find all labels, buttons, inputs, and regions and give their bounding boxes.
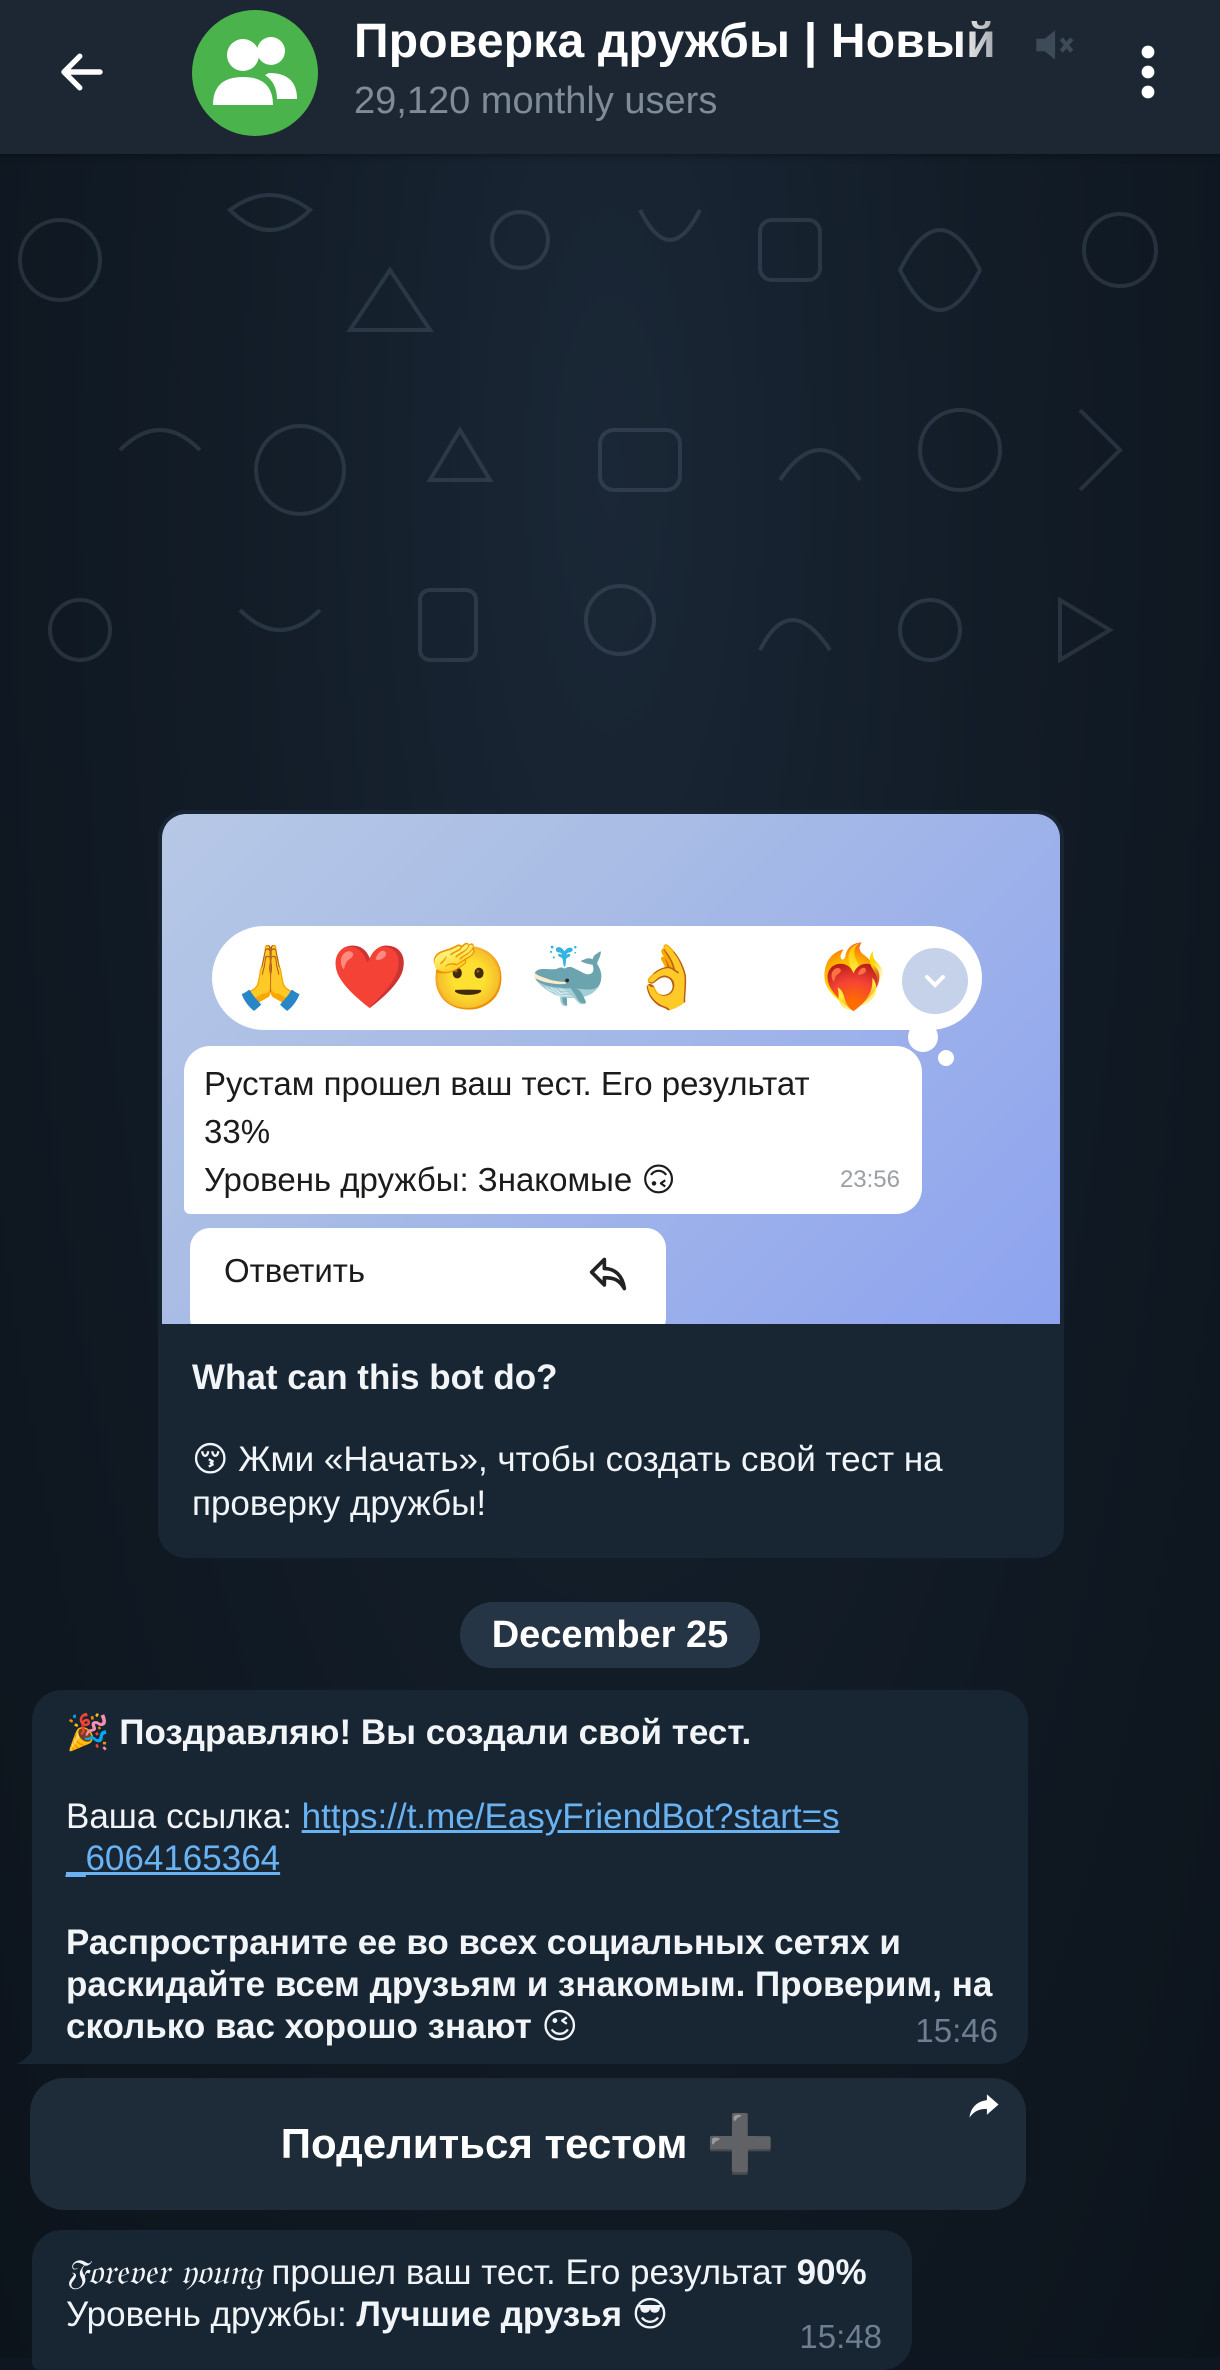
preview-reply-button: Ответить (190, 1228, 666, 1324)
reply-icon (589, 1257, 627, 1291)
reaction-emoji: 🙏 (232, 943, 310, 1012)
message-line: Ваша ссылка: https://t.me/EasyFriendBot?… (66, 1796, 994, 1838)
level-prefix: Уровень дружбы: (66, 2295, 357, 2334)
result-value: 90% (796, 2253, 867, 2292)
reaction-emoji: 😁 (728, 943, 793, 1012)
plus-icon: ➕ (705, 2112, 776, 2175)
chat-title[interactable]: Проверка дружбы | Новый (354, 14, 1054, 74)
mute-icon (1036, 30, 1074, 60)
reaction-emoji: 🐳 (529, 943, 607, 1012)
thought-dot (938, 1050, 954, 1066)
back-button[interactable] (44, 34, 120, 110)
preview-message: Рустам прошел ваш тест. Его результат 33… (184, 1046, 922, 1214)
reaction-emoji: ❤️‍🔥 (814, 943, 892, 1012)
link-prefix: Ваша ссылка: (66, 1797, 302, 1836)
more-vertical-icon (1141, 45, 1155, 99)
message-line: сколько вас хорошо знают 😉 (66, 2007, 579, 2046)
message-line: Уровень дружбы: Лучшие друзья 😎 (66, 2294, 878, 2336)
message-time: 15:48 (799, 2318, 882, 2355)
share-test-label: Поделиться тестом (280, 2120, 688, 2167)
test-link-continued[interactable]: _6064165364 (66, 1839, 280, 1878)
reaction-emoji: 🫡 (430, 943, 508, 1012)
intro-heading: What can this bot do? (192, 1358, 558, 1397)
preview-line: Уровень дружбы: Знакомые 🙃 (204, 1161, 676, 1198)
reaction-emoji: 👌 (628, 943, 707, 1012)
friend-name: 𝔉𝔬𝔯𝔢𝔳𝔢𝔯 𝔶𝔬𝔲𝔫𝔤 (66, 2253, 262, 2293)
chat-subtitle: 29,120 monthly users (354, 80, 718, 122)
message-line: раскидайте всем друзьям и знакомым. Пров… (66, 1965, 993, 2004)
date-separator: December 25 (460, 1602, 760, 1668)
more-menu-button[interactable] (1120, 34, 1176, 110)
share-test-button[interactable]: Поделиться тестом ➕ (30, 2078, 1026, 2210)
preview-time: 23:56 (839, 1166, 900, 1193)
reaction-emoji: ❤️ (331, 943, 409, 1012)
preview-line: 33% (204, 1113, 271, 1150)
chat-header: Проверка дружбы | Новый 29,120 monthly u… (0, 0, 1220, 154)
bot-message-result: 𝔉𝔬𝔯𝔢𝔳𝔢𝔯 𝔶𝔬𝔲𝔫𝔤 прошел ваш тест. Его резул… (32, 2230, 912, 2370)
bot-message-test-created: 🎉 Поздравляю! Вы создали свой тест. Ваша… (32, 1690, 1028, 2064)
bot-avatar[interactable] (192, 10, 318, 136)
arrow-left-icon (61, 53, 103, 91)
intro-preview-image: 🙏 ❤️ 🫡 🐳 👌 😁 ❤️‍🔥 Рустам прошел ваш тест… (162, 814, 1060, 1324)
preview-reply-label: Ответить (224, 1252, 366, 1289)
thought-dot (908, 1022, 938, 1052)
share-arrow-icon (969, 2094, 999, 2118)
intro-text: 😚 Жми «Начать», чтобы создать свой тест … (192, 1440, 943, 1523)
message-line: Распространите ее во всех социальных сет… (66, 1923, 901, 1962)
message-line: 𝔉𝔬𝔯𝔢𝔳𝔢𝔯 𝔶𝔬𝔲𝔫𝔤 прошел ваш тест. Его резул… (66, 2252, 878, 2294)
message-time: 15:46 (915, 2012, 998, 2049)
chevron-down-icon (902, 948, 968, 1014)
chat-doodle-pattern (18, 193, 1158, 664)
test-link[interactable]: https://t.me/EasyFriendBot?start=s (302, 1797, 840, 1836)
message-line: 🎉 Поздравляю! Вы создали свой тест. (66, 1713, 752, 1752)
users-icon (213, 37, 297, 105)
friendship-level: Лучшие друзья 😎 (356, 2295, 669, 2334)
bot-intro-card: 🙏 ❤️ 🫡 🐳 👌 😁 ❤️‍🔥 Рустам прошел ваш тест… (158, 810, 1064, 1558)
reaction-bar: 🙏 ❤️ 🫡 🐳 👌 😁 ❤️‍🔥 (212, 926, 982, 1030)
message-text: прошел ваш тест. Его результат (261, 2253, 797, 2292)
preview-line: Рустам прошел ваш тест. Его результат (204, 1065, 810, 1102)
message-line: _6064165364 (66, 1838, 994, 1880)
